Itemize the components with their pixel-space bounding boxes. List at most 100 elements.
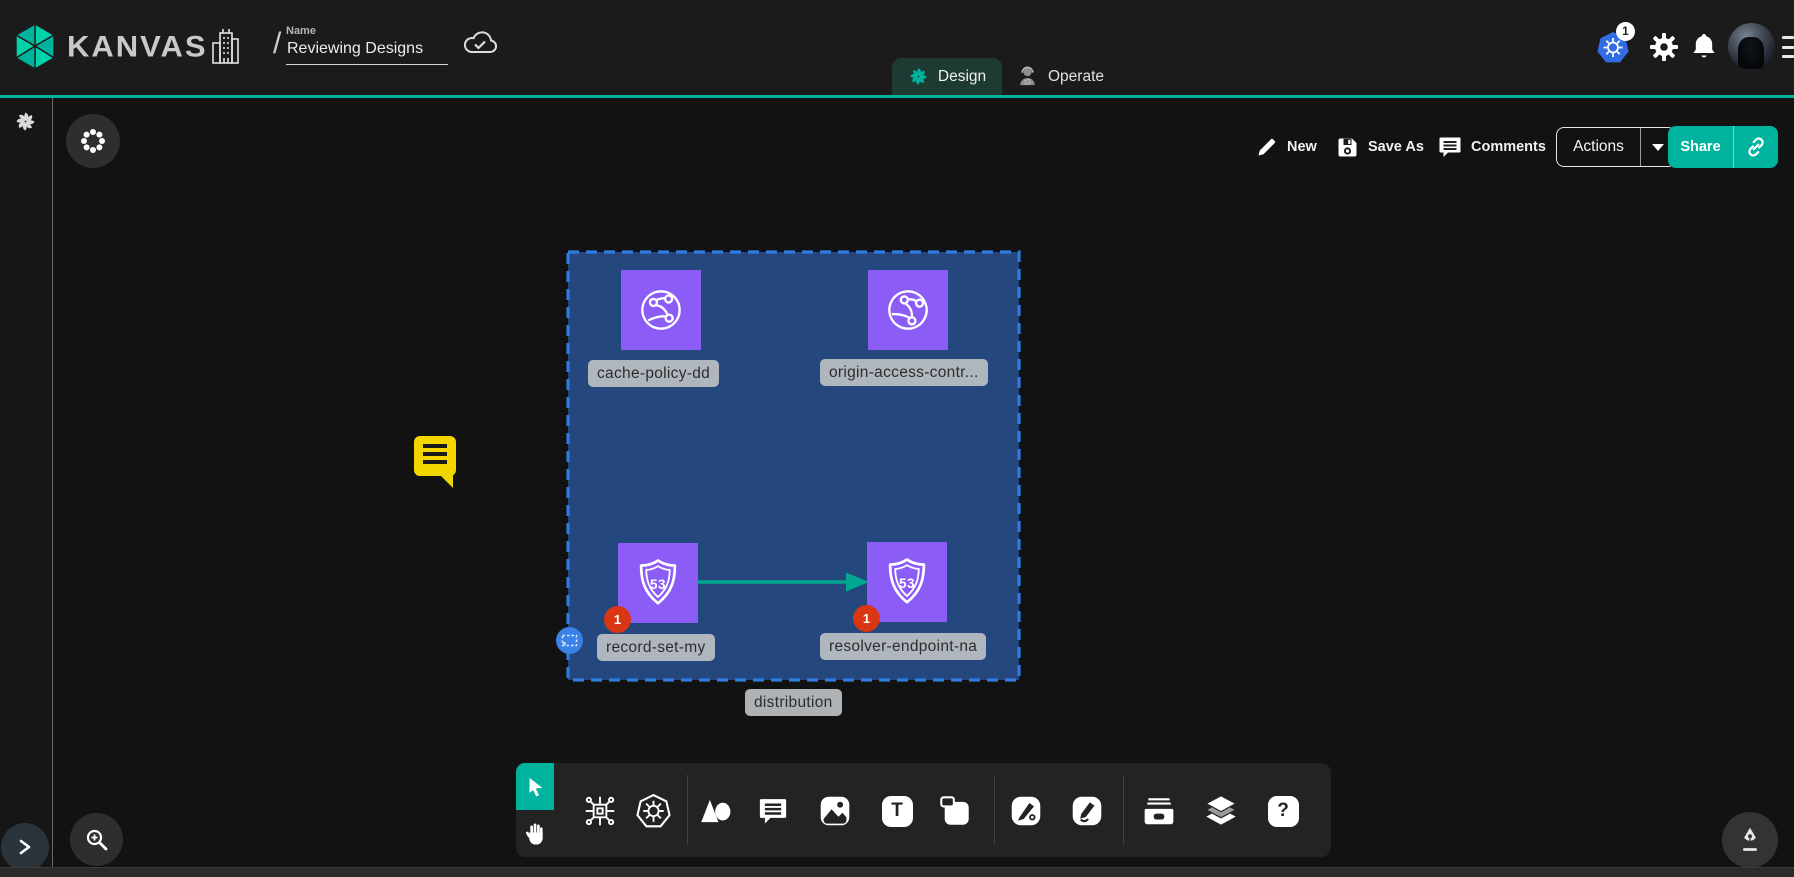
kubernetes-connection-button[interactable]: 1: [1594, 29, 1632, 67]
tab-design-label: Design: [938, 68, 986, 86]
cloudfront-globe-icon: [871, 273, 945, 347]
notifications-button[interactable]: [1688, 30, 1720, 64]
route53-number: 53: [618, 543, 698, 623]
tool-kubernetes-components[interactable]: [631, 789, 675, 833]
comment-pin-tail: [440, 475, 453, 488]
node-label[interactable]: resolver-endpoint-na: [820, 633, 986, 660]
tool-select[interactable]: [516, 763, 554, 810]
node-cache-policy[interactable]: [621, 270, 701, 350]
chevron-down-icon: [1652, 144, 1664, 151]
tool-help[interactable]: ?: [1261, 789, 1305, 833]
kanvas-app: KANVAS / Name: [0, 0, 1794, 877]
kanvas-logo[interactable]: [12, 21, 59, 77]
new-button[interactable]: New: [1256, 128, 1317, 166]
gear-icon: [1649, 32, 1679, 62]
bottom-toolbar: T: [554, 763, 1331, 857]
new-label: New: [1287, 139, 1317, 155]
meshery-swirl-icon[interactable]: [14, 110, 37, 133]
toolbar-divider: [994, 775, 995, 845]
pen-tool-icon: [1010, 795, 1042, 827]
card-icon: [939, 795, 971, 827]
hand-icon: [524, 821, 547, 846]
organization-icon[interactable]: [210, 27, 240, 72]
save-as-button[interactable]: Save As: [1336, 128, 1424, 166]
tool-archive[interactable]: [1137, 789, 1181, 833]
floppy-icon: [1336, 136, 1359, 159]
save-as-label: Save As: [1368, 139, 1424, 155]
design-swirl-icon: [908, 66, 929, 87]
comments-label: Comments: [1471, 139, 1546, 155]
pencil-icon: [1256, 136, 1278, 158]
comment-pin-line: [423, 444, 447, 448]
pen-nib-icon: [1738, 826, 1762, 854]
error-count-badge[interactable]: 1: [604, 606, 631, 633]
node-origin-access-control[interactable]: [868, 270, 948, 350]
node-label[interactable]: cache-policy-dd: [588, 360, 719, 387]
design-name-label: Name: [286, 25, 448, 37]
brand-name: KANVAS: [67, 30, 208, 65]
settings-button[interactable]: [1646, 29, 1682, 65]
cloudfront-globe-icon: [633, 282, 689, 338]
node-record-set[interactable]: 53: [618, 543, 698, 623]
share-button[interactable]: Share: [1668, 126, 1778, 168]
header-accent-line: [0, 95, 1794, 98]
loader-flower-icon: [80, 128, 106, 154]
tool-comment[interactable]: [751, 789, 795, 833]
kanvas-hexagon-icon: [12, 21, 59, 72]
left-sidebar: [0, 98, 53, 867]
zoom-button[interactable]: [70, 813, 123, 866]
layers-icon: [1204, 795, 1238, 827]
error-count-badge[interactable]: 1: [853, 605, 880, 632]
kubernetes-count-badge: 1: [1616, 22, 1635, 41]
link-icon: [1745, 136, 1767, 158]
copy-link-button[interactable]: [1734, 126, 1778, 168]
tool-text[interactable]: T: [875, 789, 919, 833]
image-icon: [819, 795, 851, 827]
comment-icon: [758, 796, 788, 826]
help-icon: ?: [1268, 796, 1299, 827]
text-tool-icon: T: [882, 796, 913, 827]
group-select-handle[interactable]: [556, 627, 583, 654]
header: KANVAS / Name: [0, 0, 1794, 95]
pointer-tool-column: [516, 763, 554, 857]
sketch-pencil-icon: [1071, 795, 1103, 827]
comment-pin-line: [423, 460, 447, 464]
avatar-figure: [1738, 37, 1764, 69]
user-avatar[interactable]: [1728, 23, 1775, 70]
tab-design[interactable]: Design: [892, 58, 1002, 95]
design-name-input[interactable]: [286, 37, 448, 65]
tool-shapes[interactable]: [694, 789, 738, 833]
chip-icon: [582, 793, 618, 829]
shapes-icon: [700, 796, 732, 826]
tool-image[interactable]: [813, 789, 857, 833]
node-label[interactable]: record-set-my: [597, 634, 715, 661]
tool-pen[interactable]: [1004, 789, 1048, 833]
node-resolver-endpoint[interactable]: 53: [867, 542, 947, 622]
tool-card[interactable]: [933, 789, 977, 833]
tab-operate[interactable]: Operate: [1004, 58, 1116, 95]
pen-mode-button[interactable]: [1722, 812, 1778, 868]
canvas-comment-pin[interactable]: [414, 436, 456, 476]
toolbar-divider: [687, 775, 688, 845]
bottom-scrollbar[interactable]: [0, 867, 1794, 877]
group-label[interactable]: distribution: [745, 689, 842, 716]
node-label[interactable]: origin-access-contr...: [820, 359, 988, 386]
helm-wheel-icon: [635, 793, 672, 830]
route53-number: 53: [867, 542, 947, 622]
expand-sidebar-button[interactable]: [1, 823, 49, 871]
tool-mesh-components[interactable]: [578, 789, 622, 833]
frame-icon: [561, 634, 578, 647]
tool-sketch[interactable]: [1065, 789, 1109, 833]
canvas-loader-button[interactable]: [66, 114, 120, 168]
actions-label: Actions: [1557, 128, 1641, 166]
share-label: Share: [1668, 126, 1734, 168]
comments-button[interactable]: Comments: [1438, 128, 1546, 166]
design-name-field: Name: [286, 25, 448, 65]
archive-drawer-icon: [1142, 796, 1176, 826]
edge-arrow[interactable]: [697, 570, 871, 594]
actions-button[interactable]: Actions: [1556, 127, 1676, 167]
tool-pan[interactable]: [516, 810, 554, 857]
cloud-saved-icon[interactable]: [462, 28, 498, 63]
tool-layers[interactable]: [1199, 789, 1243, 833]
hamburger-menu-icon[interactable]: [1782, 36, 1794, 58]
